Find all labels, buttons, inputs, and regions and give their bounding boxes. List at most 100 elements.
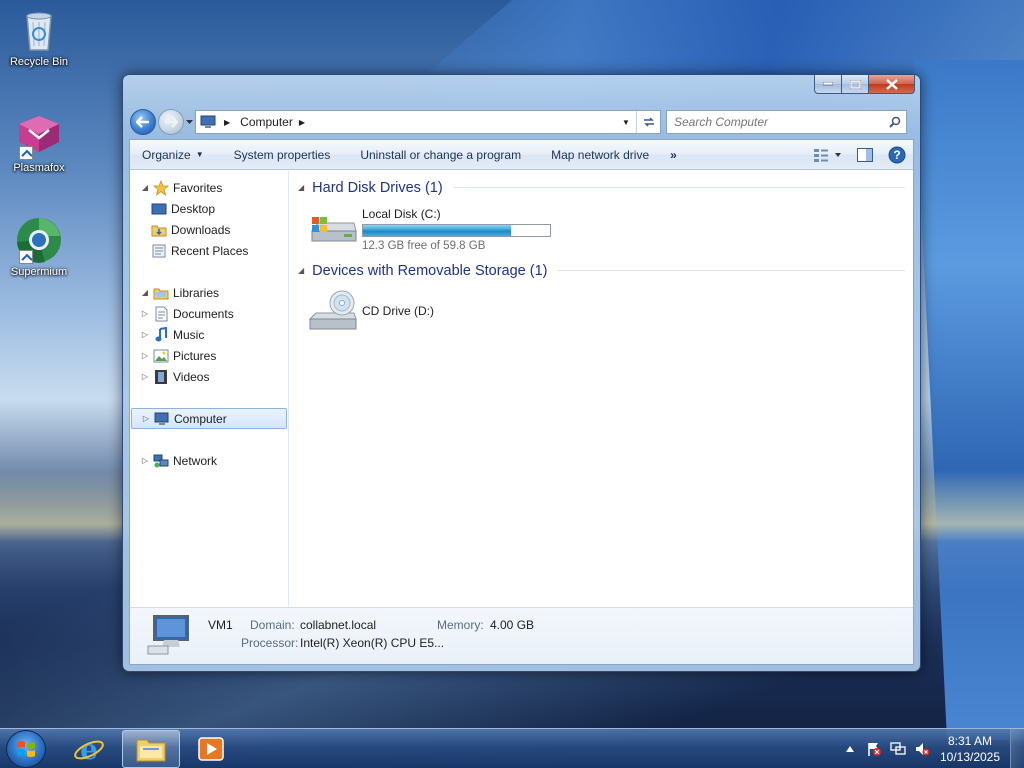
collapsed-arrow-icon[interactable]: ▷ bbox=[139, 456, 151, 465]
supermium-icon bbox=[15, 216, 63, 264]
map-network-drive-button[interactable]: Map network drive bbox=[536, 140, 664, 170]
refresh-button[interactable] bbox=[636, 111, 660, 133]
chevron-down-icon bbox=[185, 120, 193, 124]
processor-label: Processor: bbox=[241, 636, 299, 650]
system-properties-button[interactable]: System properties bbox=[219, 140, 346, 170]
nav-favorites-label: Favorites bbox=[173, 180, 223, 195]
navigation-bar: ▶ Computer ▶ ▼ bbox=[130, 107, 913, 137]
maximize-icon bbox=[849, 79, 861, 89]
minimize-button[interactable] bbox=[814, 75, 842, 94]
drive-item-d[interactable]: CD Drive (D:) bbox=[290, 281, 913, 341]
nav-network-label: Network bbox=[173, 453, 218, 468]
forward-arrow-icon bbox=[165, 116, 178, 128]
show-hidden-icons-button[interactable] bbox=[838, 737, 862, 761]
collapsed-arrow-icon[interactable]: ▷ bbox=[139, 351, 151, 360]
desktop-icon-label: Recycle Bin bbox=[9, 56, 69, 68]
nav-desktop[interactable]: Desktop bbox=[130, 198, 288, 219]
preview-pane-icon bbox=[857, 147, 873, 162]
documents-icon bbox=[153, 306, 169, 322]
taskbar-media-player[interactable] bbox=[182, 730, 240, 768]
nav-documents[interactable]: ▷ Documents bbox=[130, 303, 288, 324]
desktop-icon-recycle-bin[interactable]: Recycle Bin bbox=[4, 6, 74, 68]
taskbar-internet-explorer[interactable]: e bbox=[60, 730, 118, 768]
nav-music[interactable]: ▷ Music bbox=[130, 324, 288, 345]
details-pane: VM1 Domain: collabnet.local Memory: 4.00… bbox=[130, 607, 913, 664]
uninstall-program-button[interactable]: Uninstall or change a program bbox=[345, 140, 536, 170]
nav-pictures[interactable]: ▷ Pictures bbox=[130, 345, 288, 366]
chevron-down-icon: ▼ bbox=[195, 150, 204, 159]
recent-pages-dropdown[interactable] bbox=[184, 109, 194, 135]
breadcrumb-arrow-icon[interactable]: ▶ bbox=[299, 118, 305, 127]
back-button[interactable] bbox=[130, 109, 156, 135]
nav-pictures-label: Pictures bbox=[173, 348, 217, 363]
memory-value: 4.00 GB bbox=[490, 618, 535, 632]
address-dropdown-button[interactable]: ▼ bbox=[616, 111, 636, 133]
more-commands-button[interactable]: » bbox=[664, 140, 683, 170]
expanded-arrow-icon[interactable]: ◢ bbox=[298, 266, 304, 275]
hard-drive-icon bbox=[308, 209, 360, 249]
breadcrumb-arrow-icon[interactable]: ▶ bbox=[224, 118, 230, 127]
search-input[interactable] bbox=[674, 115, 884, 129]
nav-recent-places-label: Recent Places bbox=[171, 243, 249, 258]
nav-recent-places[interactable]: Recent Places bbox=[130, 240, 288, 261]
collapsed-arrow-icon[interactable]: ▷ bbox=[139, 372, 151, 381]
breadcrumb-computer[interactable]: Computer bbox=[240, 115, 293, 129]
expanded-arrow-icon[interactable]: ◢ bbox=[139, 288, 151, 297]
wallpaper-shape bbox=[914, 60, 1024, 740]
taskbar-file-explorer[interactable] bbox=[122, 730, 180, 768]
action-center-icon[interactable] bbox=[862, 737, 886, 761]
command-bar: Organize ▼ System properties Uninstall o… bbox=[130, 140, 913, 170]
computer-icon bbox=[146, 614, 194, 659]
search-icon bbox=[889, 116, 901, 128]
group-heading: Devices with Removable Storage (1) bbox=[312, 262, 548, 279]
nav-downloads[interactable]: Downloads bbox=[130, 219, 288, 240]
navigation-pane: ◢ Favorites Desktop Downloads Recent Pla… bbox=[130, 171, 289, 607]
domain-label: Domain: bbox=[250, 618, 295, 632]
help-button[interactable]: ? bbox=[881, 143, 913, 167]
organize-menu[interactable]: Organize ▼ bbox=[130, 140, 219, 170]
desktop-icon-label: Supermium bbox=[10, 266, 68, 278]
address-bar[interactable]: ▶ Computer ▶ ▼ bbox=[195, 110, 661, 134]
caption-buttons bbox=[814, 75, 915, 94]
svg-text:e: e bbox=[80, 734, 98, 764]
group-removable-storage[interactable]: ◢ Devices with Removable Storage (1) bbox=[290, 260, 913, 281]
network-status-icon[interactable] bbox=[886, 737, 910, 761]
explorer-client-area: Organize ▼ System properties Uninstall o… bbox=[129, 139, 914, 665]
organize-label: Organize bbox=[142, 147, 191, 162]
svg-text:?: ? bbox=[893, 148, 900, 162]
desktop-icon-plasmafox[interactable]: Plasmafox bbox=[4, 112, 74, 174]
nav-libraries[interactable]: ◢ Libraries bbox=[130, 282, 288, 303]
computer-icon bbox=[200, 115, 218, 129]
chevron-up-icon bbox=[846, 746, 854, 752]
nav-network[interactable]: ▷ Network bbox=[130, 450, 288, 471]
group-hard-disk-drives[interactable]: ◢ Hard Disk Drives (1) bbox=[290, 177, 913, 198]
explorer-window: ▶ Computer ▶ ▼ Organize ▼ System propert… bbox=[122, 74, 921, 672]
nav-music-label: Music bbox=[173, 327, 205, 342]
maximize-button[interactable] bbox=[842, 75, 869, 94]
drive-d-label: CD Drive (D:) bbox=[362, 304, 434, 318]
collapsed-arrow-icon[interactable]: ▷ bbox=[139, 330, 151, 339]
start-button[interactable] bbox=[6, 730, 46, 768]
drive-c-capacity-fill bbox=[363, 224, 512, 236]
forward-button[interactable] bbox=[158, 109, 184, 135]
volume-muted-icon[interactable] bbox=[910, 737, 934, 761]
expanded-arrow-icon[interactable]: ◢ bbox=[139, 183, 151, 192]
nav-videos[interactable]: ▷ Videos bbox=[130, 366, 288, 387]
clock[interactable]: 8:31 AM 10/13/2025 bbox=[934, 733, 1006, 765]
close-button[interactable] bbox=[869, 75, 915, 94]
collapsed-arrow-icon[interactable]: ▷ bbox=[140, 414, 152, 423]
search-box bbox=[666, 110, 907, 134]
show-desktop-button[interactable] bbox=[1010, 729, 1024, 768]
nav-favorites[interactable]: ◢ Favorites bbox=[130, 177, 288, 198]
back-arrow-icon bbox=[136, 116, 149, 128]
drive-item-c[interactable]: Local Disk (C:) 12.3 GB free of 59.8 GB bbox=[290, 198, 913, 260]
preview-pane-button[interactable] bbox=[849, 143, 881, 167]
collapsed-arrow-icon[interactable]: ▷ bbox=[139, 309, 151, 318]
memory-label: Memory: bbox=[437, 618, 484, 632]
desktop-icon-supermium[interactable]: Supermium bbox=[4, 216, 74, 278]
refresh-icon bbox=[643, 117, 654, 127]
nav-computer[interactable]: ▷ Computer bbox=[131, 408, 287, 429]
expanded-arrow-icon[interactable]: ◢ bbox=[298, 183, 304, 192]
change-view-button[interactable] bbox=[807, 143, 849, 167]
search-button[interactable] bbox=[884, 111, 906, 133]
